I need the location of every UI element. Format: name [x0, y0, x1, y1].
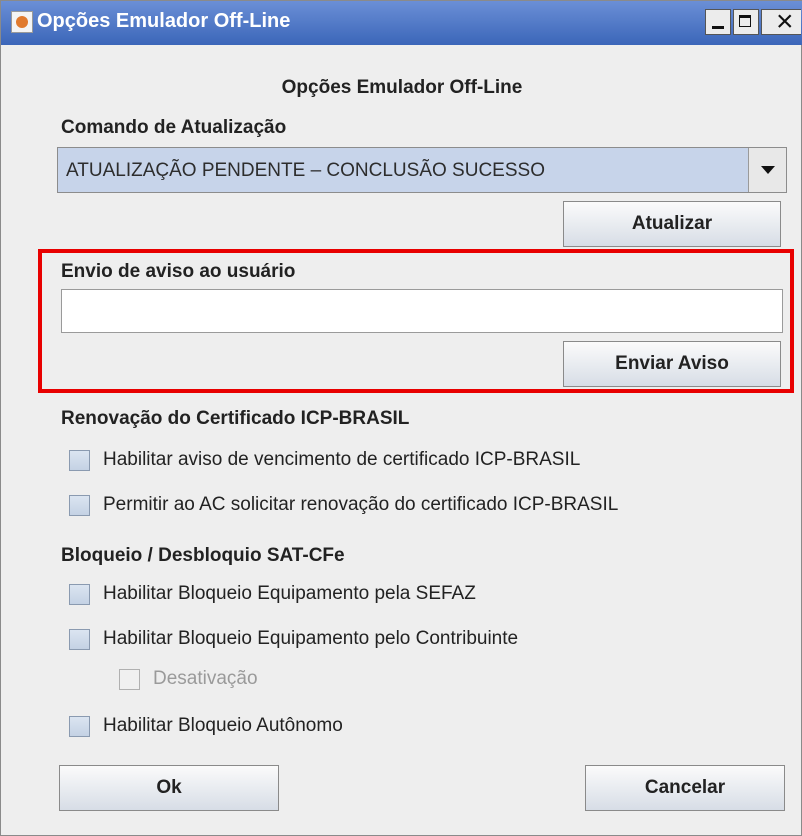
block-contributor-checkbox[interactable]: [69, 629, 90, 650]
title-bar[interactable]: Opções Emulador Off-Line: [1, 1, 802, 45]
block-sefaz-label: Habilitar Bloqueio Equipamento pela SEFA…: [103, 583, 476, 604]
deactivation-checkbox: [119, 669, 140, 690]
window-title: Opções Emulador Off-Line: [37, 10, 291, 32]
ok-button[interactable]: Ok: [59, 765, 279, 811]
maximize-button[interactable]: [733, 9, 759, 35]
java-icon: [11, 11, 33, 33]
close-button[interactable]: [761, 4, 801, 40]
deactivation-label: Desativação: [153, 668, 258, 689]
update-command-label: Comando de Atualização: [61, 117, 287, 138]
send-notice-button[interactable]: Enviar Aviso: [563, 341, 781, 387]
cert-renewal-label: Permitir ao AC solicitar renovação do ce…: [103, 494, 619, 515]
block-contributor-label: Habilitar Bloqueio Equipamento pelo Cont…: [103, 628, 519, 649]
cert-expiry-checkbox[interactable]: [69, 450, 90, 471]
update-command-select[interactable]: ATUALIZAÇÃO PENDENTE – CONCLUSÃO SUCESSO: [57, 147, 787, 193]
block-autonomous-label: Habilitar Bloqueio Autônomo: [103, 715, 343, 736]
dialog-heading: Opções Emulador Off-Line: [281, 77, 523, 98]
block-autonomous-checkbox[interactable]: [69, 716, 90, 737]
notice-label: Envio de aviso ao usuário: [61, 261, 296, 282]
block-section-label: Bloqueio / Desbloquio SAT-CFe: [61, 545, 345, 566]
cert-expiry-label: Habilitar aviso de vencimento de certifi…: [103, 449, 581, 470]
cert-renewal-checkbox[interactable]: [69, 495, 90, 516]
update-button[interactable]: Atualizar: [563, 201, 781, 247]
certificate-section-label: Renovação do Certificado ICP-BRASIL: [61, 408, 410, 429]
block-sefaz-checkbox[interactable]: [69, 584, 90, 605]
update-command-value: ATUALIZAÇÃO PENDENTE – CONCLUSÃO SUCESSO: [66, 160, 545, 181]
cancel-button[interactable]: Cancelar: [585, 765, 785, 811]
notice-input[interactable]: [61, 289, 783, 333]
minimize-button[interactable]: [705, 9, 731, 35]
options-dialog: Opções Emulador Off-Line Opções Emulador…: [0, 0, 802, 836]
chevron-down-icon[interactable]: [748, 148, 786, 192]
